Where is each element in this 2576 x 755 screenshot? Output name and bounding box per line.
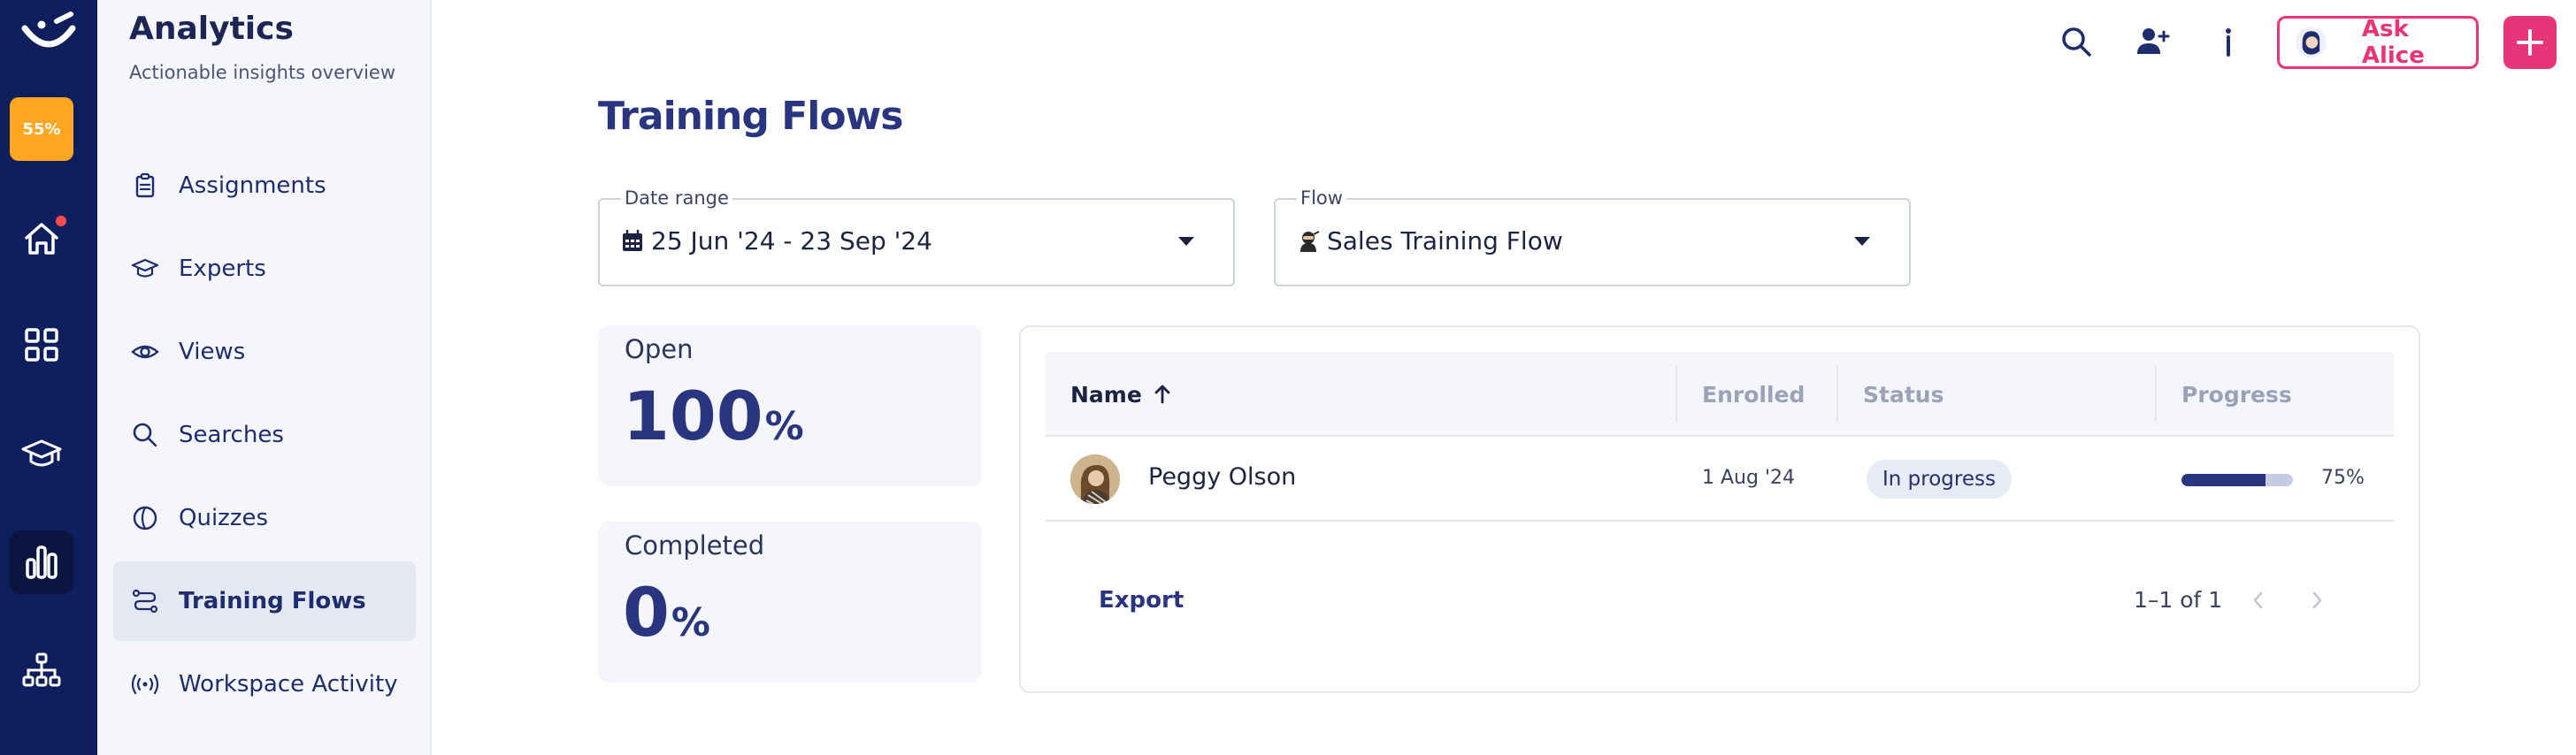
table-row[interactable]: Peggy Olson 1 Aug '24 In progress 75% <box>1046 437 2394 522</box>
column-separator <box>1675 366 1677 423</box>
sidebar-item-label: Workspace Activity <box>179 671 398 698</box>
graduation-cap-icon <box>131 258 159 278</box>
column-separator <box>1836 366 1838 423</box>
sidebar-item-views[interactable]: Views <box>113 312 416 392</box>
progress-bar-fill <box>2181 474 2266 486</box>
export-button[interactable]: Export <box>1099 587 1184 614</box>
calendar-icon <box>623 229 642 251</box>
org-chart-icon <box>22 652 61 687</box>
invite-user-button[interactable] <box>2132 21 2173 62</box>
apps-icon <box>25 328 58 362</box>
open-stat-card: Open 100% <box>598 325 982 486</box>
rail-apps-button[interactable] <box>10 313 73 377</box>
plus-icon <box>2517 29 2543 56</box>
eye-icon <box>131 345 159 359</box>
enrollments-table-card: Name Enrolled Status Progress Peggy Olso… <box>1019 325 2420 693</box>
rail-analytics-button[interactable] <box>10 530 73 594</box>
flow-icon <box>132 589 158 614</box>
completed-stat-label: Completed <box>625 530 765 561</box>
broadcast-icon <box>131 674 159 695</box>
chevron-down-icon <box>1178 237 1194 246</box>
progress-bar <box>2181 474 2293 486</box>
column-header-status[interactable]: Status <box>1863 352 1944 437</box>
column-header-progress[interactable]: Progress <box>2181 352 2292 437</box>
info-icon <box>2226 28 2231 57</box>
next-page-button[interactable] <box>2302 585 2332 615</box>
rail-org-chart-button[interactable] <box>10 638 73 702</box>
flow-select[interactable]: Flow Sales Training Flow <box>1274 187 1911 286</box>
graduation-cap-icon <box>21 439 62 467</box>
sidebar-item-label: Searches <box>179 422 284 448</box>
sidebar-title: Analytics <box>129 11 294 47</box>
create-button[interactable] <box>2503 16 2557 69</box>
rail-home-button[interactable] <box>10 207 73 271</box>
date-range-label: Date range <box>621 187 732 209</box>
sidebar-item-experts[interactable]: Experts <box>113 229 416 309</box>
app-rail: 55% <box>0 0 97 755</box>
open-stat-value: 100% <box>623 377 804 455</box>
page-title: Training Flows <box>598 94 903 139</box>
chevron-right-icon <box>2312 591 2322 609</box>
date-range-value: 25 Jun '24 - 23 Sep '24 <box>651 226 932 255</box>
sidebar-item-label: Training Flows <box>179 588 366 614</box>
sidebar-item-label: Assignments <box>179 172 326 199</box>
table-header: Name Enrolled Status Progress <box>1046 352 2394 437</box>
flow-label: Flow <box>1297 187 1346 209</box>
progress-percent: 75% <box>2321 467 2365 489</box>
open-stat-label: Open <box>625 334 694 364</box>
sidebar-nav: Assignments Experts Views Searches Quizz… <box>113 146 416 728</box>
previous-page-button[interactable] <box>2243 585 2273 615</box>
brand-logo-icon[interactable] <box>18 9 80 57</box>
clipboard-icon <box>135 172 155 198</box>
sidebar-item-assignments[interactable]: Assignments <box>113 146 416 225</box>
column-separator <box>2155 366 2157 423</box>
column-header-enrolled[interactable]: Enrolled <box>1702 352 1805 437</box>
column-header-name[interactable]: Name <box>1070 352 1174 437</box>
pagination-range: 1–1 of 1 <box>2134 587 2223 613</box>
completed-stat-value: 0% <box>623 573 710 652</box>
completed-stat-card: Completed 0% <box>598 522 982 683</box>
quiz-icon <box>133 506 157 530</box>
chevron-down-icon <box>1854 237 1870 246</box>
search-icon <box>133 423 157 447</box>
user-name[interactable]: Peggy Olson <box>1148 463 1296 491</box>
sort-ascending-icon <box>1154 385 1170 404</box>
add-user-icon <box>2137 28 2170 54</box>
sidebar-subtitle: Actionable insights overview <box>129 62 395 83</box>
chevron-left-icon <box>2253 591 2263 609</box>
notification-dot <box>56 216 66 226</box>
rail-learning-button[interactable] <box>10 423 73 486</box>
sidebar-item-label: Quizzes <box>179 505 269 531</box>
ask-alice-label: Ask Alice <box>2361 16 2425 69</box>
ninja-emoji-icon <box>1300 230 1320 252</box>
user-avatar <box>1070 454 1120 504</box>
sidebar-item-searches[interactable]: Searches <box>113 395 416 475</box>
analytics-sidebar: Analytics Actionable insights overview A… <box>97 0 432 755</box>
sidebar-item-training-flows[interactable]: Training Flows <box>113 561 416 641</box>
info-button[interactable] <box>2208 21 2249 62</box>
sidebar-item-label: Views <box>179 339 246 365</box>
sidebar-item-quizzes[interactable]: Quizzes <box>113 478 416 558</box>
status-badge: In progress <box>1867 460 2012 499</box>
sidebar-item-workspace-activity[interactable]: Workspace Activity <box>113 644 416 724</box>
global-search-button[interactable] <box>2056 21 2097 62</box>
analytics-icon <box>26 545 58 579</box>
sidebar-item-label: Experts <box>179 255 266 282</box>
ask-alice-button[interactable]: Ask Alice <box>2277 16 2479 69</box>
onboarding-progress-badge[interactable]: 55% <box>10 97 73 161</box>
search-icon <box>2062 27 2091 57</box>
date-range-select[interactable]: Date range 25 Jun '24 - 23 Sep '24 <box>598 187 1235 286</box>
enrolled-date: 1 Aug '24 <box>1702 467 1795 489</box>
flow-value: Sales Training Flow <box>1327 226 1563 255</box>
assistant-avatar-icon <box>2295 27 2327 58</box>
